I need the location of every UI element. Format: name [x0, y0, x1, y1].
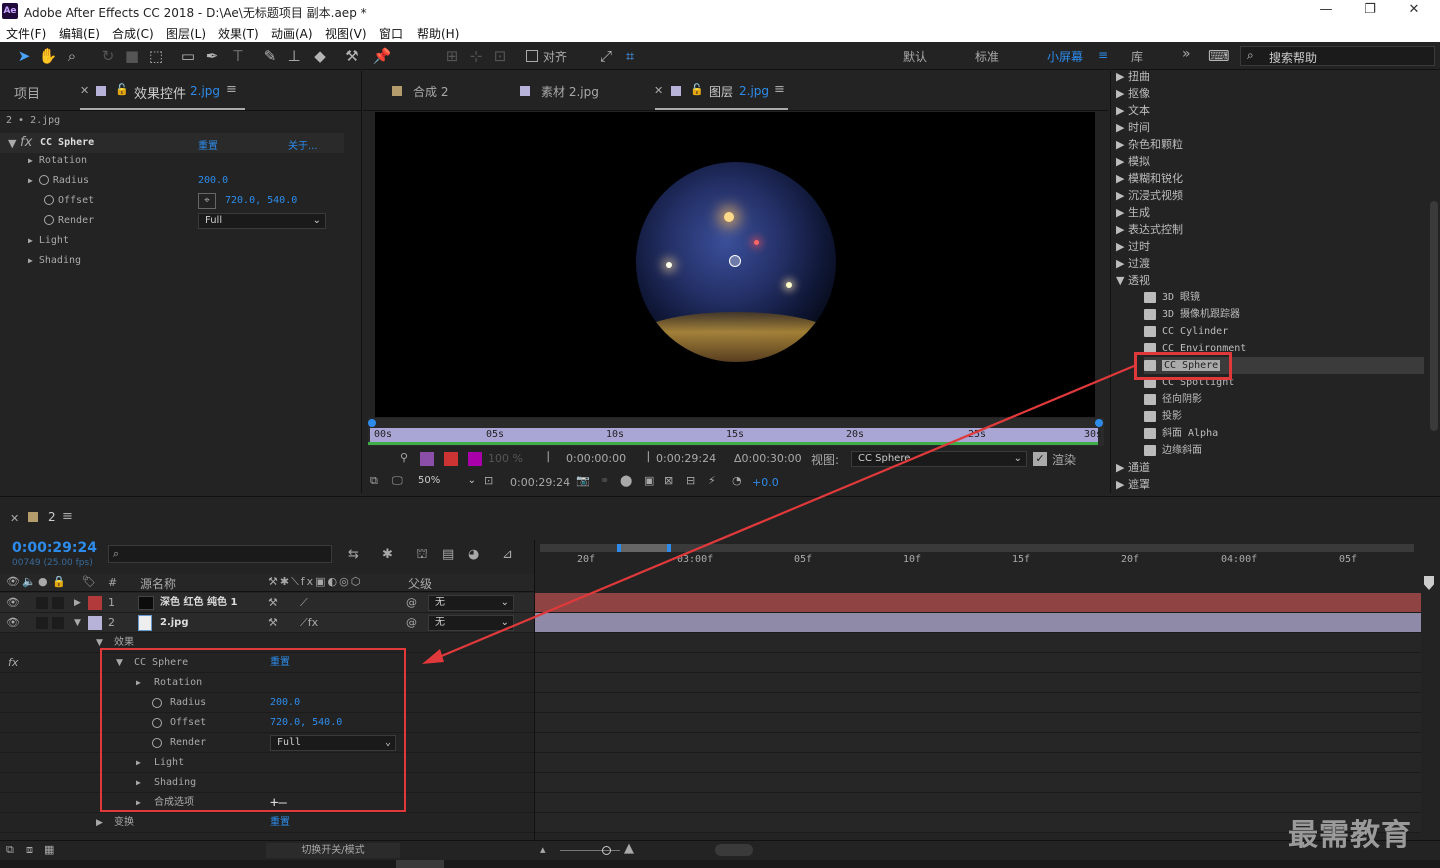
- annotation-arrow: [422, 364, 1135, 664]
